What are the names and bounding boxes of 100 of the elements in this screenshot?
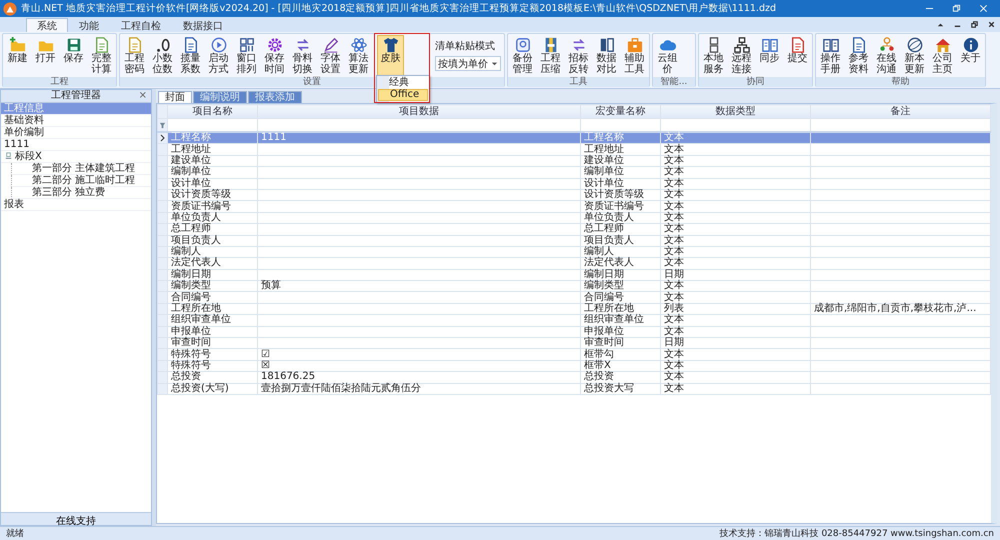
paste-mode-dropdown[interactable]: 按填为单价 <box>435 56 501 71</box>
table-cell: 框带X <box>584 360 611 371</box>
filter-icon[interactable] <box>159 122 166 128</box>
table-row[interactable]: 申报单位 申报单位 文本 <box>158 326 990 338</box>
close-icon[interactable]: × <box>138 90 147 102</box>
ribbon-button[interactable]: 远程连接 <box>728 35 755 77</box>
ribbon-tab[interactable]: 工程自检 <box>110 18 172 32</box>
people-icon <box>878 37 894 53</box>
ribbon-button[interactable]: 保存时间 <box>261 35 288 77</box>
column-header[interactable]: 项目名称 <box>168 104 258 118</box>
ribbon-button[interactable]: 招标反转 <box>565 35 592 77</box>
row-pointer-icon <box>160 134 166 142</box>
ribbon-button[interactable]: 字体设置 <box>317 35 344 77</box>
ribbon-button[interactable]: 在线沟通 <box>873 35 900 77</box>
ribbon-button[interactable]: 操作手册 <box>817 35 844 77</box>
ribbon-button[interactable]: 提交 <box>784 35 811 77</box>
drive-icon <box>514 37 530 53</box>
table-row[interactable]: 工程所在地 工程所在地 列表 成都市,绵阳市,自贡市,攀枝花市,泸... <box>158 303 990 315</box>
table-row[interactable]: 设计单位 设计单位 文本 <box>158 178 990 190</box>
column-header[interactable]: 宏变量名称 <box>580 104 660 118</box>
tree-item[interactable]: 报表 <box>1 199 151 211</box>
tree-item[interactable]: 第三部分 独立费 <box>11 187 151 199</box>
table-row[interactable]: 建设单位 建设单位 文本 <box>158 155 990 167</box>
ribbon-button[interactable]: 骨料切换 <box>289 35 316 77</box>
decimal-icon <box>154 37 170 53</box>
online-support-button[interactable]: 在线支持 <box>1 512 151 525</box>
ribbon-button[interactable]: 工程密码 <box>121 35 148 77</box>
table-row[interactable]: 设计资质等级 设计资质等级 文本 <box>158 189 990 201</box>
column-header[interactable]: 数据类型 <box>660 104 810 118</box>
ribbon-tab[interactable]: 数据接口 <box>172 18 234 32</box>
tree-item[interactable]: 标段X <box>1 151 151 163</box>
ribbon-tab[interactable]: 系统 <box>26 18 68 32</box>
table-row[interactable]: 编制人 编制人 文本 <box>158 246 990 258</box>
ribbon-button[interactable]: 完整计算 <box>88 35 115 77</box>
table-row[interactable]: 单位负责人 单位负责人 文本 <box>158 212 990 224</box>
ribbon-button[interactable]: 保存 <box>60 35 87 77</box>
ribbon-button[interactable]: 新建 <box>4 35 31 77</box>
table-row[interactable]: 总投资(大写) 壹拾捌万壹仟陆佰柒拾陆元贰角伍分 总投资大写 文本 <box>158 383 990 394</box>
ribbon-button[interactable]: 揽量系数 <box>177 35 204 77</box>
ribbon-button[interactable]: 皮肤 <box>377 35 404 77</box>
columns-icon <box>598 37 614 53</box>
ribbon-button[interactable]: 工程压缩 <box>537 35 564 77</box>
tree-node-icon[interactable] <box>4 152 13 161</box>
ribbon-button[interactable]: 启动方式 <box>205 35 232 77</box>
table-row[interactable]: 项目负责人 项目负责人 文本 <box>158 235 990 246</box>
group-label: 设置 <box>303 77 321 87</box>
table-row[interactable]: 总投资 181676.25 总投资 文本 <box>158 372 990 384</box>
ribbon-button[interactable]: 公司主页 <box>929 35 956 77</box>
menu-item[interactable]: Office <box>378 89 428 101</box>
close-icon[interactable] <box>987 20 996 29</box>
table-row[interactable]: 法定代表人 法定代表人 文本 <box>158 258 990 270</box>
ribbon-button[interactable]: 备份管理 <box>509 35 536 77</box>
table-row[interactable]: 总工程师 总工程师 文本 <box>158 224 990 236</box>
panel-title: 工程管理器 <box>51 90 101 102</box>
table-row[interactable]: 组织审查单位 组织审查单位 文本 <box>158 314 990 326</box>
table-cell: 日期 <box>664 268 684 280</box>
ribbon-button[interactable]: 参考资料 <box>845 35 872 77</box>
ribbon-button[interactable]: 云组价 <box>654 35 681 77</box>
table-row[interactable]: 编制单位 编制单位 文本 <box>158 166 990 178</box>
table-row[interactable]: 工程地址 工程地址 文本 <box>158 144 990 156</box>
table-cell: 1111 <box>261 132 286 144</box>
tree-item[interactable]: 单价编制 <box>1 127 151 139</box>
ribbon-button[interactable]: 窗口排列 <box>233 35 260 77</box>
ribbon-button[interactable]: 本地服务 <box>700 35 727 77</box>
table-row[interactable]: 合同编号 合同编号 文本 <box>158 292 990 304</box>
book-icon <box>822 37 838 53</box>
table-row[interactable]: 特殊符号 ☑ 框带勾 文本 <box>158 348 990 360</box>
ribbon-button[interactable]: 新本更新 <box>901 35 928 77</box>
ribbon-button[interactable]: 数据对比 <box>593 35 620 77</box>
table-cell: 工程地址 <box>171 144 211 155</box>
column-header[interactable]: 备注 <box>810 104 990 118</box>
menu-item[interactable]: 经典 <box>378 77 428 89</box>
table-cell: 编制人 <box>584 246 614 258</box>
table-cell: 文本 <box>664 348 684 360</box>
table-row[interactable]: 特殊符号 ☒ 框带X 文本 <box>158 360 990 372</box>
ribbon-button[interactable]: 算法更新 <box>345 35 372 77</box>
table-row[interactable]: 资质证书编号 资质证书编号 文本 <box>158 200 990 212</box>
ribbon-button[interactable]: 关于 <box>957 35 984 77</box>
table-cell: 设计资质等级 <box>171 189 231 200</box>
table-row[interactable]: 编制类型 预算 编制类型 文本 <box>158 280 990 292</box>
tree-item[interactable]: 第一部分 主体建筑工程 <box>11 163 151 175</box>
table-row[interactable]: 审查时间 审查时间 日期 <box>158 338 990 349</box>
table-cell: 工程名称 <box>171 132 211 144</box>
tree-item[interactable]: 基础资料 <box>1 115 151 127</box>
ribbon-button[interactable]: 小数位数 <box>149 35 176 77</box>
table-cell: 申报单位 <box>584 326 624 337</box>
table-cell: 特殊符号 <box>171 348 211 360</box>
combo-label: 清单粘贴模式 <box>435 40 496 53</box>
document-tab[interactable]: 封面 <box>158 91 192 103</box>
tree-item[interactable]: 1111 <box>1 139 151 151</box>
table-row[interactable]: 编制日期 编制日期 日期 <box>158 269 990 281</box>
ribbon-tab[interactable]: 功能 <box>68 18 110 32</box>
table-cell: 申报单位 <box>171 326 211 337</box>
restore-icon[interactable] <box>952 4 961 13</box>
ribbon-button[interactable]: 辅助工具 <box>621 35 648 77</box>
ribbon-button[interactable]: 同步 <box>756 35 783 77</box>
tree-item[interactable]: 第二部分 施工临时工程 <box>11 175 151 187</box>
column-header[interactable]: 项目数据 <box>258 104 580 118</box>
ribbon-button[interactable]: 打开 <box>32 35 59 77</box>
restore-icon[interactable] <box>970 20 979 29</box>
